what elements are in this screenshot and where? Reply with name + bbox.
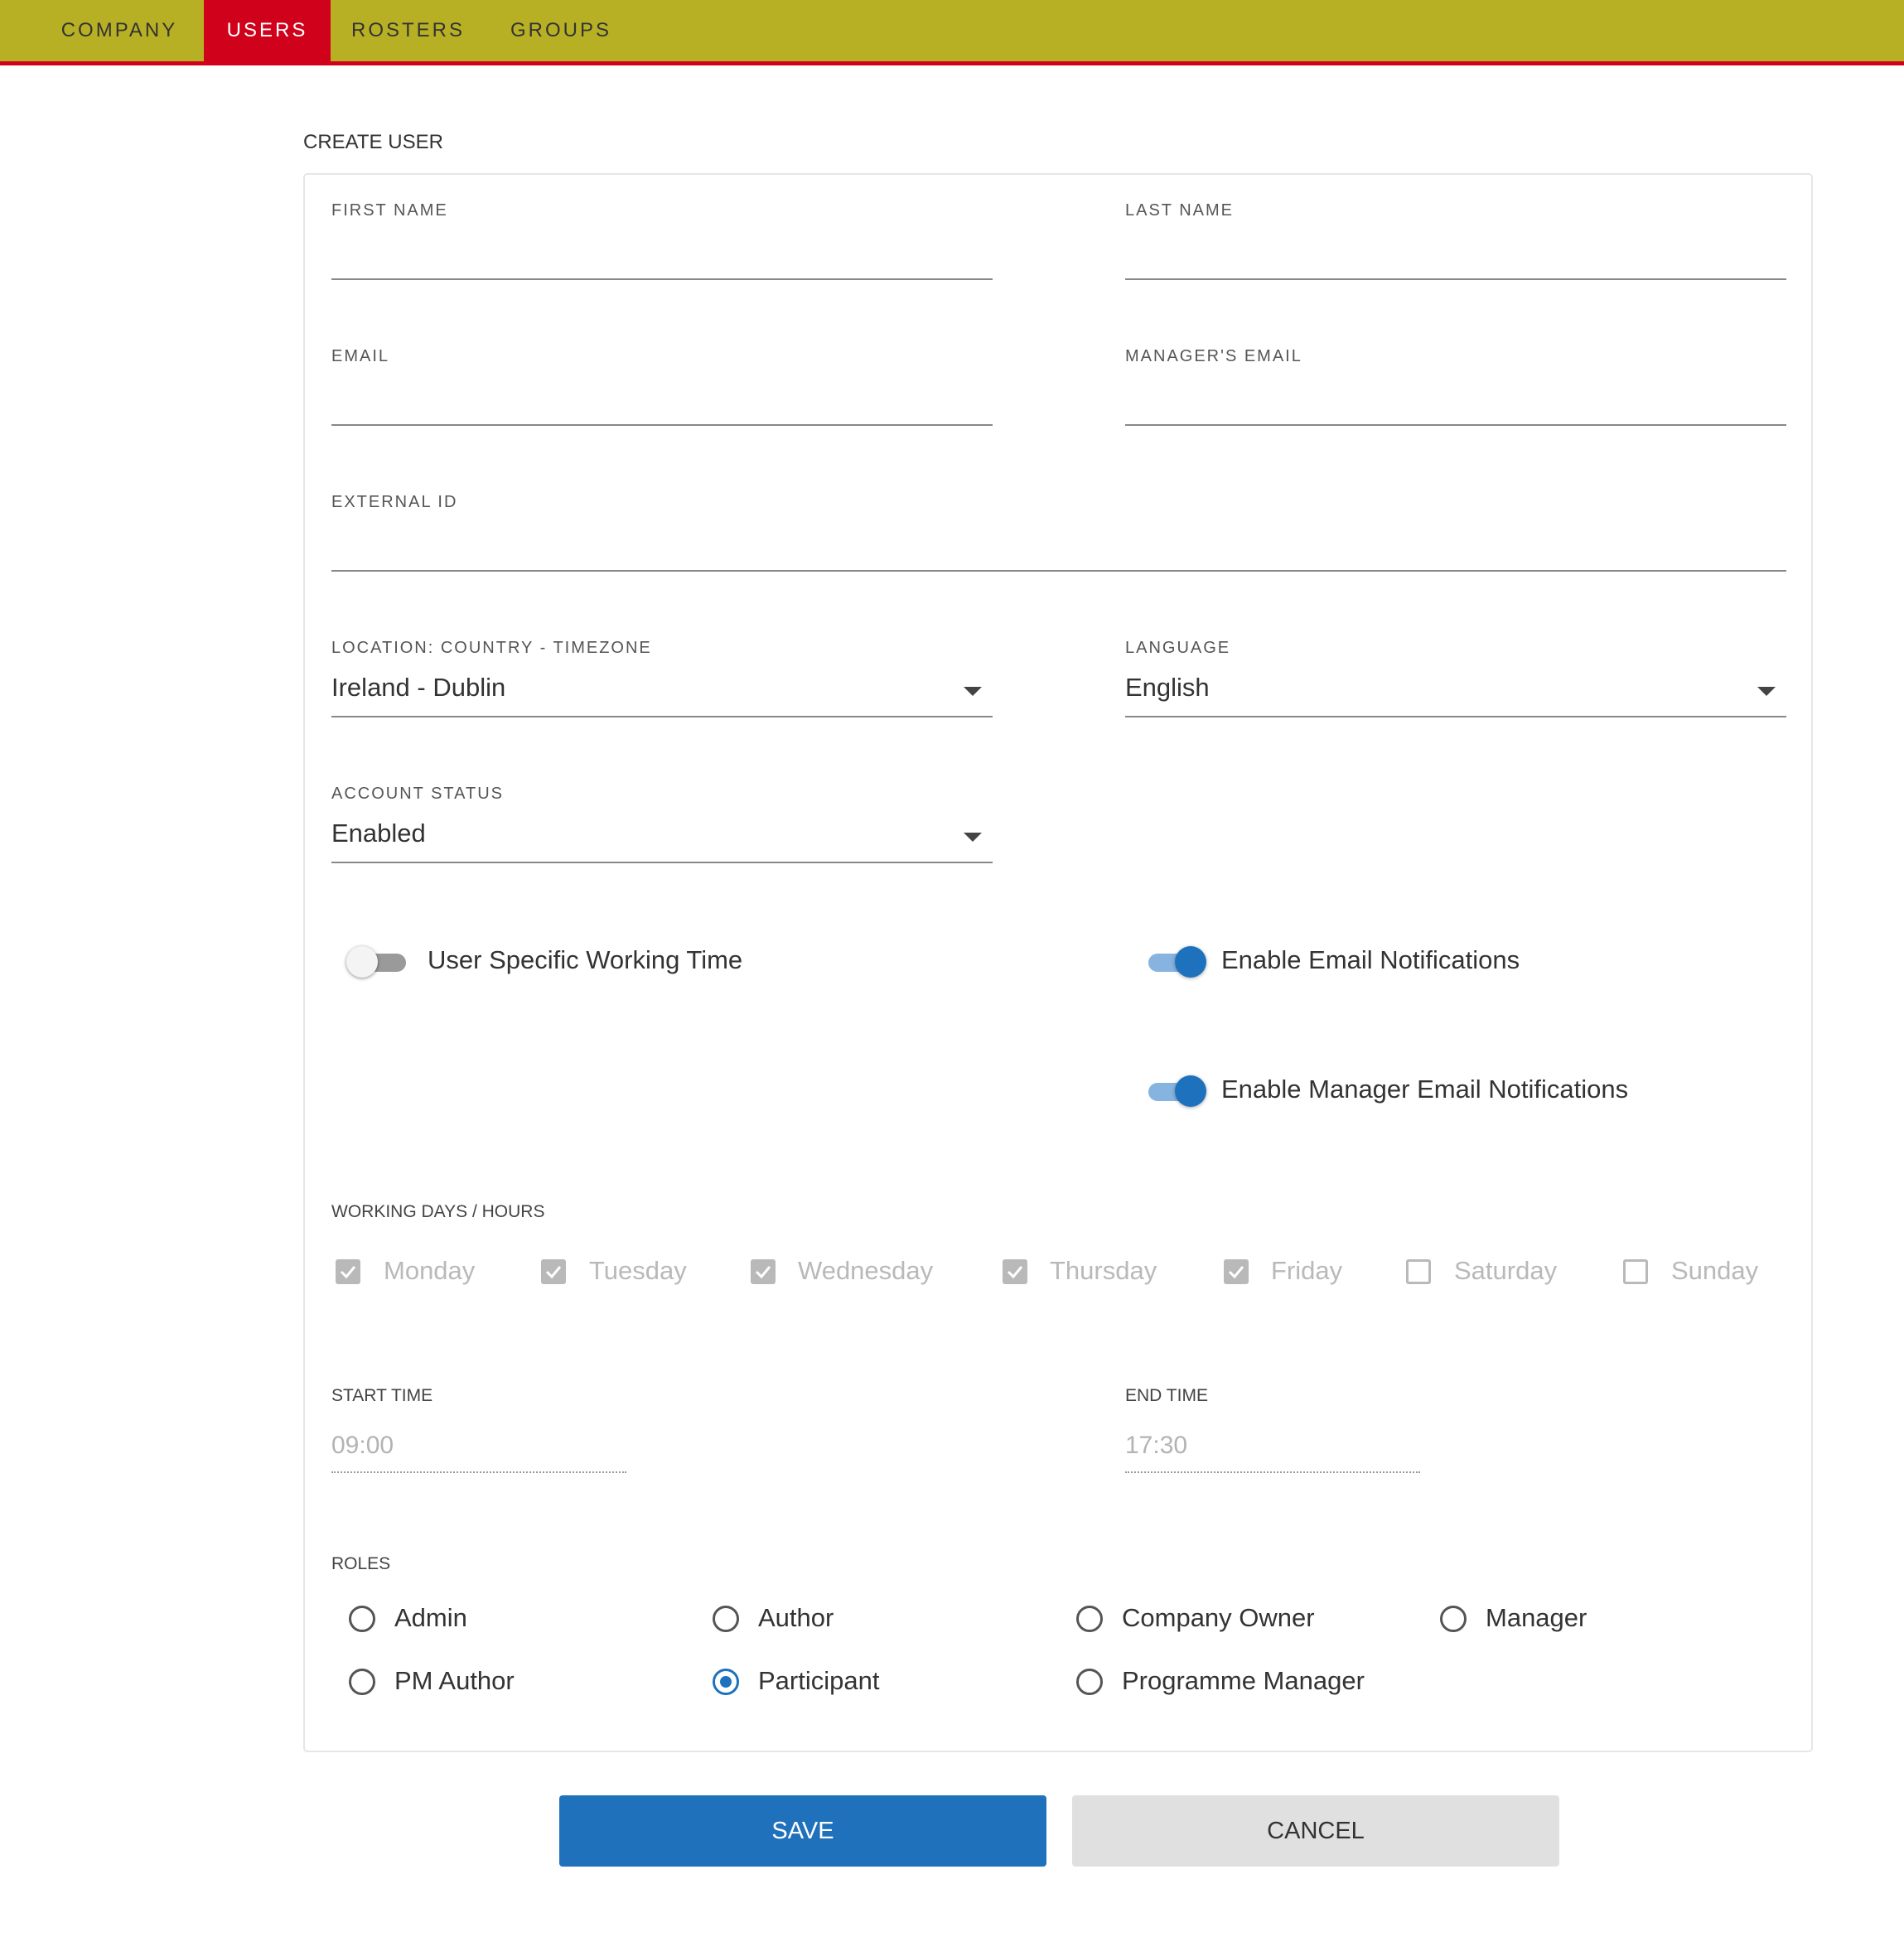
top-nav: COMPANY USERS ROSTERS GROUPS [0, 0, 1904, 65]
email-label: EMAIL [331, 347, 390, 365]
tuesday-checkbox[interactable] [541, 1259, 566, 1284]
tab-company[interactable]: COMPANY [40, 0, 199, 61]
sunday-label: Sunday [1671, 1256, 1759, 1285]
toggle-knob [1175, 946, 1206, 978]
managers-email-label: MANAGER'S EMAIL [1125, 347, 1302, 365]
role-manager-radio[interactable] [1440, 1606, 1467, 1632]
role-programme-manager-radio[interactable] [1076, 1669, 1103, 1695]
location-select[interactable]: Ireland - Dublin [331, 673, 505, 703]
wednesday-checkbox[interactable] [751, 1259, 776, 1284]
thursday-label: Thursday [1050, 1256, 1157, 1285]
radio-dot [720, 1676, 732, 1688]
first-name-underline [331, 278, 993, 280]
role-participant-radio[interactable] [713, 1669, 739, 1695]
working-days-label: WORKING DAYS / HOURS [331, 1202, 545, 1221]
account-status-select[interactable]: Enabled [331, 819, 426, 848]
toggle-knob [1175, 1075, 1206, 1107]
role-company-owner-label: Company Owner [1122, 1603, 1315, 1632]
role-pm-author-radio[interactable] [349, 1669, 375, 1695]
role-programme-manager-label: Programme Manager [1122, 1666, 1365, 1695]
manager-email-notifications-label: Enable Manager Email Notifications [1221, 1075, 1629, 1104]
account-status-label: ACCOUNT STATUS [331, 785, 505, 803]
end-time-input[interactable]: 17:30 [1125, 1432, 1187, 1460]
email-input[interactable] [331, 379, 993, 423]
last-name-label: LAST NAME [1125, 201, 1234, 220]
account-status-caret-icon[interactable] [964, 833, 982, 842]
end-time-label: END TIME [1125, 1386, 1208, 1405]
location-caret-icon[interactable] [964, 687, 982, 696]
saturday-checkbox[interactable] [1406, 1259, 1431, 1284]
friday-label: Friday [1271, 1256, 1343, 1285]
last-name-underline [1125, 278, 1786, 280]
language-label: LANGUAGE [1125, 639, 1231, 657]
last-name-input[interactable] [1125, 234, 1786, 277]
external-id-label: EXTERNAL ID [331, 493, 458, 511]
first-name-label: FIRST NAME [331, 201, 448, 220]
first-name-input[interactable] [331, 234, 993, 277]
external-id-input[interactable] [331, 525, 1786, 568]
role-admin-radio[interactable] [349, 1606, 375, 1632]
roles-label: ROLES [331, 1554, 391, 1573]
thursday-checkbox[interactable] [1003, 1259, 1027, 1284]
wednesday-label: Wednesday [798, 1256, 934, 1285]
start-time-underline [331, 1471, 626, 1473]
save-button[interactable]: SAVE [559, 1795, 1046, 1867]
language-underline [1125, 716, 1786, 717]
account-status-underline [331, 862, 993, 863]
page-title: CREATE USER [303, 131, 443, 153]
tab-users[interactable]: USERS [204, 0, 331, 61]
tab-groups[interactable]: GROUPS [495, 0, 626, 61]
toggle-knob [346, 946, 378, 978]
monday-checkbox[interactable] [336, 1259, 360, 1284]
email-notifications-label: Enable Email Notifications [1221, 945, 1520, 974]
managers-email-underline [1125, 424, 1786, 426]
role-pm-author-label: PM Author [394, 1666, 515, 1695]
role-author-radio[interactable] [713, 1606, 739, 1632]
tab-rosters[interactable]: ROSTERS [340, 0, 476, 61]
end-time-underline [1125, 1471, 1420, 1473]
email-notifications-toggle[interactable] [1143, 944, 1206, 978]
location-underline [331, 716, 993, 717]
role-company-owner-radio[interactable] [1076, 1606, 1103, 1632]
cancel-button[interactable]: CANCEL [1072, 1795, 1559, 1867]
start-time-label: START TIME [331, 1386, 433, 1405]
role-participant-label: Participant [758, 1666, 880, 1695]
start-time-input[interactable]: 09:00 [331, 1432, 394, 1460]
sunday-checkbox[interactable] [1623, 1259, 1648, 1284]
location-label: LOCATION: COUNTRY - TIMEZONE [331, 639, 652, 657]
email-underline [331, 424, 993, 426]
user-specific-working-time-toggle[interactable] [346, 944, 409, 978]
tuesday-label: Tuesday [589, 1256, 687, 1285]
role-admin-label: Admin [394, 1603, 467, 1632]
language-caret-icon[interactable] [1757, 687, 1776, 696]
monday-label: Monday [384, 1256, 476, 1285]
friday-checkbox[interactable] [1224, 1259, 1249, 1284]
manager-email-notifications-toggle[interactable] [1143, 1074, 1206, 1107]
saturday-label: Saturday [1454, 1256, 1558, 1285]
user-specific-working-time-label: User Specific Working Time [428, 945, 743, 974]
managers-email-input[interactable] [1125, 379, 1786, 423]
external-id-underline [331, 570, 1786, 572]
language-select[interactable]: English [1125, 673, 1210, 703]
role-manager-label: Manager [1486, 1603, 1587, 1632]
role-author-label: Author [758, 1603, 834, 1632]
